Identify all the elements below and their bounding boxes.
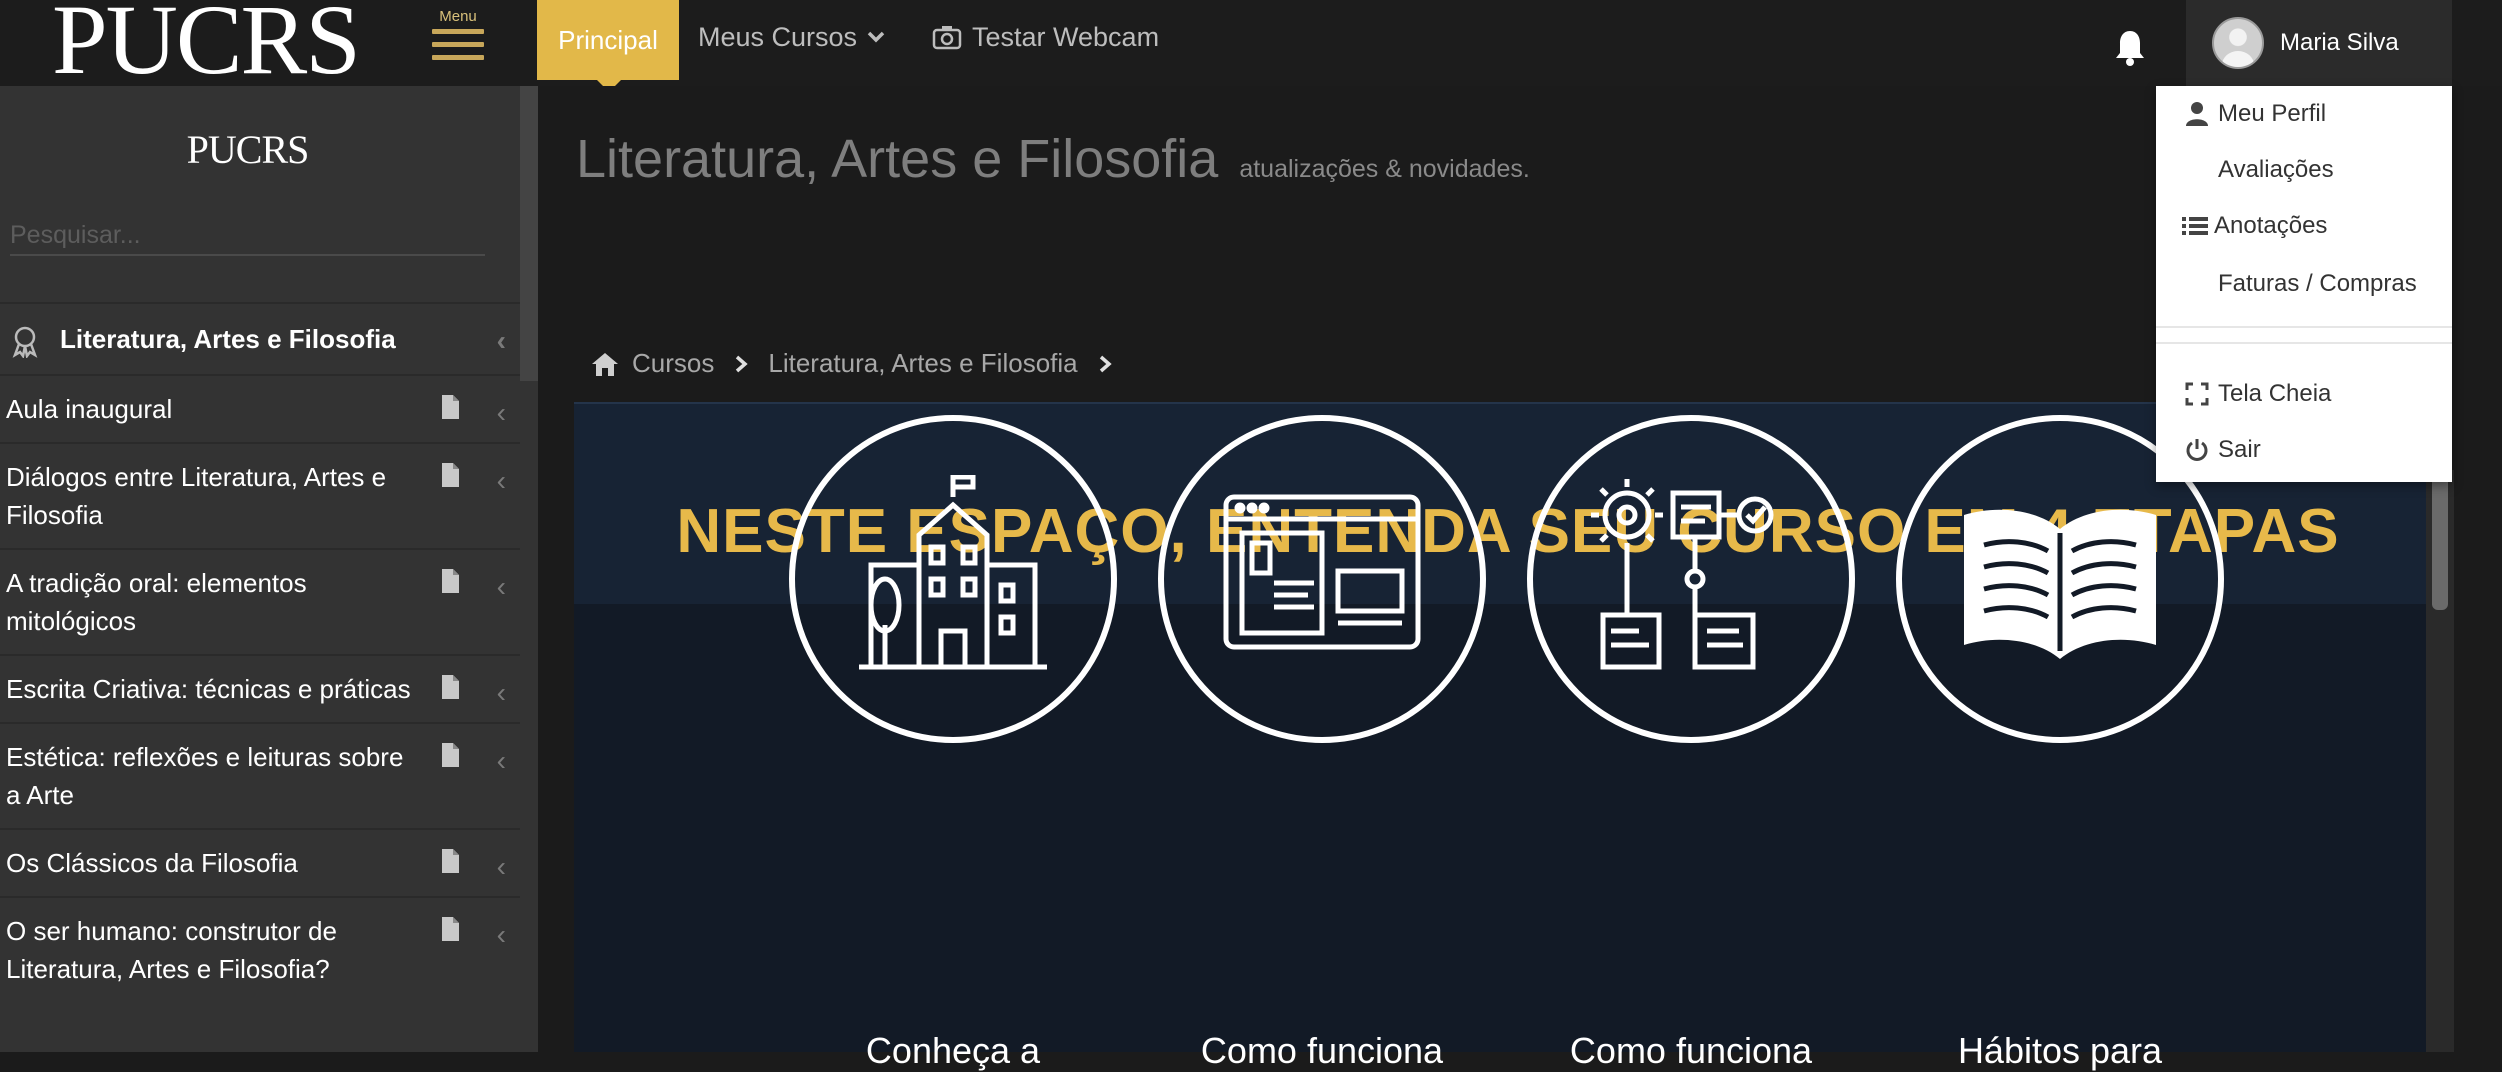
- dropdown-divider: [2156, 326, 2452, 328]
- nav-testar-webcam[interactable]: Testar Webcam: [932, 0, 1159, 74]
- document-icon: [442, 463, 459, 487]
- document-icon: [442, 569, 459, 593]
- dropdown-anotacoes[interactable]: Anotações: [2156, 198, 2452, 254]
- user-menu-button[interactable]: Maria Silva: [2186, 0, 2452, 86]
- sidebar-course-header[interactable]: Literatura, Artes e Filosofia ‹: [0, 302, 520, 374]
- chevron-left-icon: ‹: [496, 465, 506, 496]
- sidebar-item-label: Diálogos entre Literatura, Artes e Filos…: [6, 462, 387, 530]
- dropdown-divider: [2156, 342, 2452, 344]
- menu-label: Menu: [439, 8, 477, 25]
- step-4-label: Hábitos para: [1957, 1030, 2163, 1071]
- page-title: Literatura, Artes e Filosofia atualizaçõ…: [576, 128, 1530, 190]
- step-3-workflow[interactable]: [1527, 415, 1855, 743]
- sidebar-item[interactable]: A tradição oral: elementos mitológicos ‹: [0, 548, 520, 654]
- chevron-left-icon: ‹: [496, 745, 506, 776]
- dropdown-label: Tela Cheia: [2218, 380, 2332, 407]
- breadcrumb: Cursos Literatura, Artes e Filosofia: [590, 348, 1120, 379]
- user-icon: [2186, 102, 2208, 126]
- sidebar-item[interactable]: Os Clássicos da Filosofia ‹: [0, 828, 520, 896]
- sidebar: PUCRS Literatura, Artes e Filosofia ‹ Au…: [0, 86, 538, 1052]
- page-subtitle: atualizações & novidades.: [1239, 155, 1530, 183]
- chevron-left-icon: ‹: [496, 677, 506, 708]
- nav-meus-cursos[interactable]: Meus Cursos: [698, 0, 885, 74]
- building-icon: [859, 475, 1047, 670]
- sidebar-item-label: Os Clássicos da Filosofia: [6, 848, 298, 878]
- dropdown-label: Meu Perfil: [2218, 100, 2327, 127]
- dropdown-label: Faturas / Compras: [2218, 270, 2417, 297]
- dropdown-faturas-compras[interactable]: Faturas / Compras: [2156, 256, 2452, 312]
- nav-principal[interactable]: Principal: [537, 0, 679, 80]
- sidebar-item-label: Estética: reflexões e leituras sobre a A…: [6, 742, 404, 810]
- page-title-text: Literatura, Artes e Filosofia: [576, 129, 1219, 189]
- chevron-left-icon: ‹: [496, 397, 506, 428]
- nav-meus-cursos-label: Meus Cursos: [698, 21, 858, 52]
- sidebar-item[interactable]: Estética: reflexões e leituras sobre a A…: [0, 722, 520, 828]
- dropdown-avaliacoes[interactable]: Avaliações: [2156, 142, 2452, 198]
- document-icon: [442, 395, 459, 419]
- browser-window-icon: [1223, 494, 1421, 650]
- sidebar-item-label: A tradição oral: elementos mitológicos: [6, 568, 307, 636]
- chevron-left-icon: ‹: [496, 919, 506, 950]
- dropdown-label: Sair: [2218, 436, 2261, 463]
- open-book-icon: [1964, 509, 2156, 659]
- course-module-list: Literatura, Artes e Filosofia ‹ Aula ina…: [0, 302, 520, 1002]
- sidebar-item[interactable]: Aula inaugural ‹: [0, 374, 520, 442]
- nav-testar-webcam-label: Testar Webcam: [972, 21, 1160, 52]
- hamburger-icon: [432, 29, 484, 34]
- chevron-down-icon: [867, 31, 885, 43]
- camera-icon: [932, 26, 962, 50]
- sidebar-course-title: Literatura, Artes e Filosofia: [60, 324, 396, 354]
- step-2-label: Como funciona: [1200, 1030, 1444, 1071]
- list-icon: [2182, 217, 2208, 235]
- chevron-left-icon: ‹: [496, 571, 506, 602]
- dropdown-meu-perfil[interactable]: Meu Perfil: [2156, 86, 2452, 142]
- dropdown-label: Anotações: [2214, 212, 2328, 239]
- dropdown-label: Avaliações: [2218, 156, 2334, 183]
- sidebar-scrollbar[interactable]: [520, 86, 538, 381]
- home-icon[interactable]: [590, 351, 620, 377]
- scrollbar-thumb[interactable]: [2432, 470, 2448, 610]
- top-navbar: PUCRS Menu Principal Meus Cursos Testar …: [0, 0, 2502, 92]
- sidebar-item[interactable]: Escrita Criativa: técnicas e práticas ‹: [0, 654, 520, 722]
- dropdown-tela-cheia[interactable]: Tela Cheia: [2156, 366, 2452, 422]
- search-input[interactable]: [10, 216, 485, 256]
- document-icon: [442, 849, 459, 873]
- breadcrumb-course[interactable]: Literatura, Artes e Filosofia: [768, 348, 1077, 379]
- sidebar-item[interactable]: O ser humano: construtor de Literatura, …: [0, 896, 520, 1002]
- workflow-gear-icon: [1591, 479, 1774, 670]
- bell-icon[interactable]: [2113, 28, 2147, 66]
- dropdown-sair[interactable]: Sair: [2156, 422, 2452, 478]
- sidebar-item-label: O ser humano: construtor de Literatura, …: [6, 916, 337, 984]
- user-name: Maria Silva: [2280, 29, 2399, 56]
- menu-toggle-button[interactable]: Menu: [430, 8, 486, 72]
- sidebar-item[interactable]: Diálogos entre Literatura, Artes e Filos…: [0, 442, 520, 548]
- chevron-right-icon: [736, 355, 749, 372]
- step-1-building[interactable]: [789, 415, 1117, 743]
- user-dropdown-menu: Meu Perfil Avaliações Anotações Faturas …: [2156, 86, 2452, 482]
- document-icon: [442, 917, 459, 941]
- document-icon: [442, 743, 459, 767]
- sidebar-item-label: Aula inaugural: [6, 394, 173, 424]
- document-icon: [442, 675, 459, 699]
- chevron-left-icon: ‹: [496, 851, 506, 882]
- sidebar-item-label: Escrita Criativa: técnicas e práticas: [6, 674, 411, 704]
- breadcrumb-cursos[interactable]: Cursos: [632, 348, 714, 379]
- sidebar-logo: PUCRS: [186, 127, 310, 172]
- step-1-label: Conheça a: [865, 1030, 1041, 1071]
- award-icon: [12, 326, 38, 358]
- chevron-right-icon: [1099, 355, 1112, 372]
- power-icon: [2186, 439, 2208, 461]
- step-2-browser[interactable]: [1158, 415, 1486, 743]
- step-3-label: Como funciona: [1569, 1030, 1813, 1071]
- fullscreen-icon: [2185, 382, 2209, 406]
- pucrs-logo[interactable]: PUCRS: [52, 0, 361, 90]
- main-scrollbar[interactable]: [2426, 470, 2454, 1052]
- chevron-left-icon: ‹: [496, 325, 506, 356]
- avatar: [2212, 17, 2264, 69]
